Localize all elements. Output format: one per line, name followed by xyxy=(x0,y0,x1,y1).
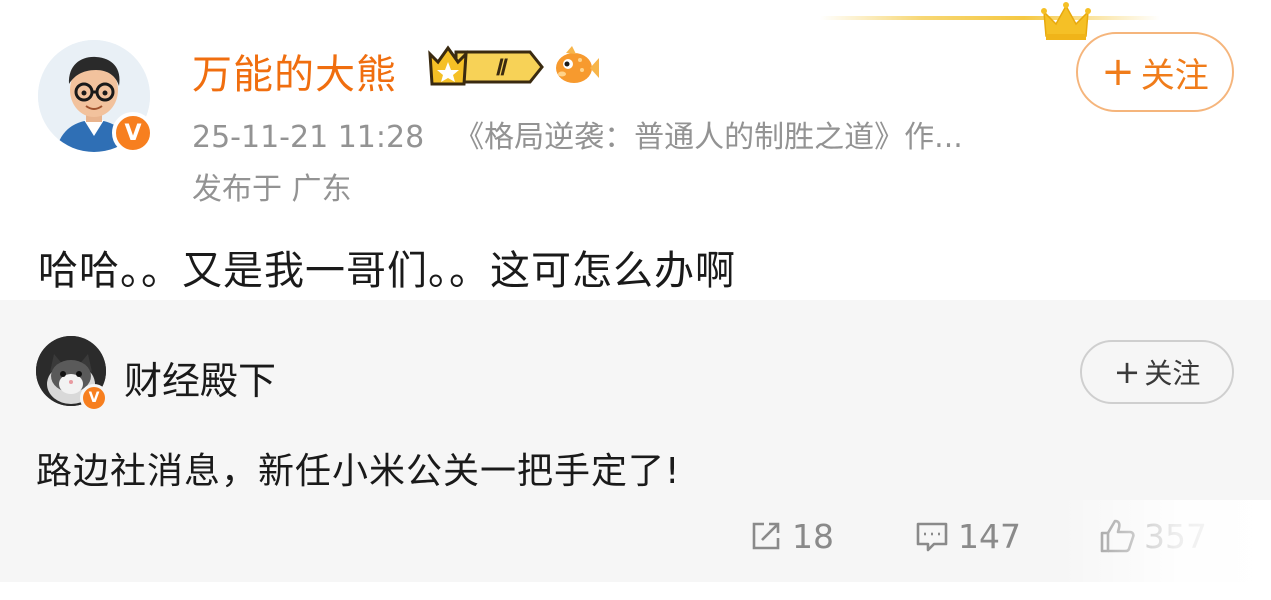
repost-author-name[interactable]: 财经殿下 xyxy=(124,350,276,405)
bottom-divider xyxy=(0,582,1271,600)
post-timestamp: 25-11-21 11:28 xyxy=(192,120,425,155)
repost-verified-badge: V xyxy=(80,384,108,412)
post-source[interactable]: 《格局逆袭：普通人的制胜之道》作... xyxy=(454,120,963,155)
plus-icon: + xyxy=(1101,49,1135,95)
reposted-card[interactable]: V 财经殿下 + 关注 路边社消息，新任小米公关一把手定了! 18 147 xyxy=(0,300,1271,582)
repost-content: 路边社消息，新任小米公关一把手定了! xyxy=(36,451,681,492)
decorative-banner-line xyxy=(820,16,1160,20)
repost-follow-button[interactable]: + 关注 xyxy=(1080,340,1234,404)
crown-icon xyxy=(1041,2,1091,40)
follow-button[interactable]: + 关注 xyxy=(1076,32,1234,112)
verified-badge-label: V xyxy=(124,120,142,146)
repost-count: 18 xyxy=(792,516,834,556)
verified-badge: V xyxy=(112,112,154,154)
post-content: 哈哈。。又是我一哥们。。这可怎么办啊 xyxy=(38,248,736,294)
comment-action[interactable]: 147 xyxy=(914,514,1021,558)
share-icon xyxy=(752,522,780,550)
comment-icon xyxy=(916,522,948,552)
repost-verified-badge-label: V xyxy=(88,390,100,406)
post-meta: 25-11-21 11:28 《格局逆袭：普通人的制胜之道》作... xyxy=(192,112,963,156)
crown-level-badge-icon: Ⅱ xyxy=(428,45,544,86)
comment-count: 147 xyxy=(958,516,1021,556)
fade-overlay xyxy=(1060,500,1271,582)
weibo-post-page: V 万能的大熊 Ⅱ 25-11-21 11:28 《格局逆袭：普通人的制胜之道》作… xyxy=(0,0,1271,600)
orange-fish-icon xyxy=(556,46,599,83)
follow-button-label: 关注 xyxy=(1140,55,1209,96)
repost-action[interactable]: 18 xyxy=(748,514,834,558)
repost-follow-button-label: 关注 xyxy=(1144,357,1201,390)
author-name[interactable]: 万能的大熊 xyxy=(192,42,397,100)
post-location: 发布于 广东 xyxy=(192,172,352,207)
plus-icon: + xyxy=(1113,353,1141,391)
